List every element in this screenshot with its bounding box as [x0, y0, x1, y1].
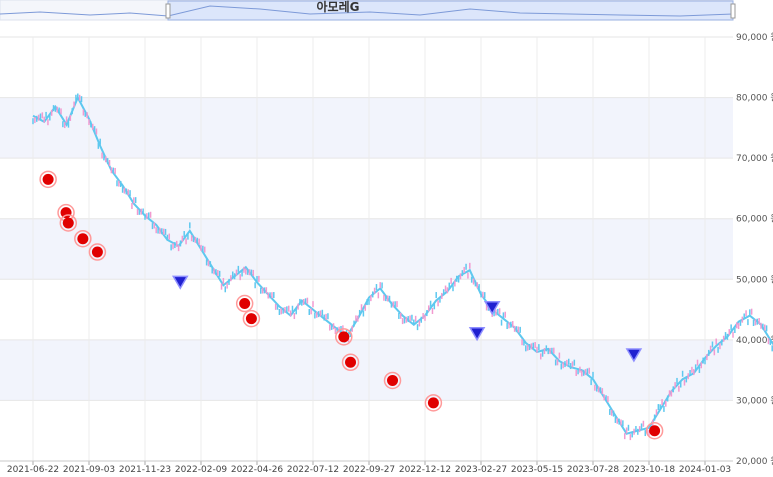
- navigator[interactable]: 아모레G: [0, 0, 736, 21]
- plot-band: [0, 339, 733, 401]
- x-tick-label: 2023-10-18: [623, 465, 676, 475]
- plot-bands: [0, 36, 733, 401]
- price-chart: 아모레G 90,000 원 80,000 원 70,000 원 60,000 원 50,…: [0, 0, 773, 475]
- navigator-right-handle[interactable]: [730, 3, 736, 19]
- x-tick-label: 2022-09-27: [343, 465, 395, 475]
- x-axis-ticks: 2021-06-22 2021-09-03 2021-11-23 2022-02-09…: [7, 461, 731, 475]
- sell-marker: [62, 217, 74, 229]
- navigator-left-handle[interactable]: [165, 3, 171, 19]
- x-tick-label: 2022-02-09: [175, 465, 228, 475]
- x-tick-label: 2022-04-26: [231, 465, 284, 475]
- x-tick-label: 2021-06-22: [7, 465, 59, 475]
- sell-marker: [91, 246, 103, 258]
- sell-marker: [245, 313, 257, 325]
- y-axis-ticks: 90,000 원 80,000 원 70,000 원 60,000 원 50,000 원…: [736, 32, 773, 467]
- y-tick-label: 20,000 원: [736, 456, 773, 467]
- sell-marker: [345, 356, 357, 368]
- x-tick-label: 2021-11-23: [119, 465, 171, 475]
- y-tick-label: 90,000 원: [736, 32, 773, 43]
- y-tick-label: 50,000 원: [736, 274, 773, 285]
- x-tick-label: 2024-01-03: [679, 465, 731, 475]
- sell-marker: [338, 331, 350, 343]
- navigator-selection[interactable]: [167, 0, 734, 21]
- navigator-title: 아모레G: [317, 0, 360, 14]
- sell-marker: [427, 397, 439, 409]
- sell-marker: [649, 425, 661, 437]
- buy-marker: [171, 275, 189, 290]
- buy-marker: [468, 327, 486, 342]
- y-tick-label: 70,000 원: [736, 153, 773, 164]
- x-tick-label: 2022-07-12: [287, 465, 339, 475]
- sell-marker: [60, 207, 72, 219]
- plot-band: [0, 218, 733, 280]
- sell-marker: [77, 233, 89, 245]
- x-tick-label: 2023-02-27: [455, 465, 507, 475]
- x-tick-label: 2022-12-12: [399, 465, 451, 475]
- x-tick-label: 2023-05-15: [511, 465, 563, 475]
- sell-marker: [42, 173, 54, 185]
- y-tick-label: 60,000 원: [736, 214, 773, 225]
- y-tick-label: 30,000 원: [736, 395, 773, 406]
- y-tick-label: 80,000 원: [736, 93, 773, 104]
- x-tick-label: 2021-09-03: [63, 465, 115, 475]
- sell-marker: [387, 374, 399, 386]
- x-tick-label: 2023-07-28: [567, 465, 620, 475]
- plot-band: [0, 97, 733, 159]
- sell-marker: [239, 298, 251, 310]
